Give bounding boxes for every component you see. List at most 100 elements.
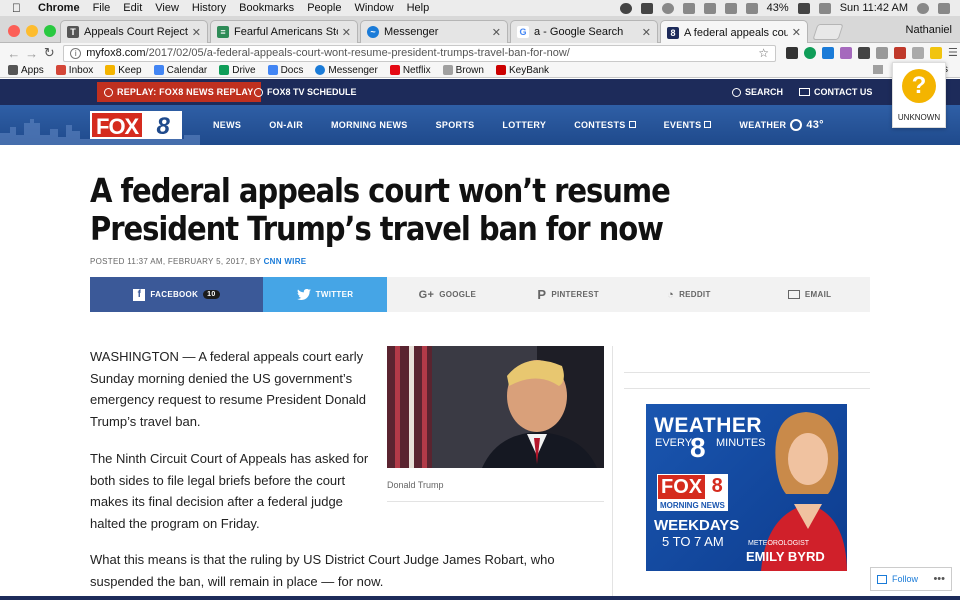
extension-icon[interactable] <box>822 47 835 59</box>
extension-icon[interactable] <box>804 47 817 59</box>
follow-widget[interactable]: Follow ••• <box>870 567 952 591</box>
wifi-icon[interactable] <box>724 2 737 14</box>
share-email-button[interactable]: EMAIL <box>749 277 870 312</box>
follow-icon <box>877 574 887 584</box>
more-options-icon[interactable]: ••• <box>933 573 945 585</box>
ad-weather-title: WEATHER <box>654 414 763 437</box>
tab-close-icon[interactable]: ✕ <box>342 26 351 39</box>
notification-center-icon[interactable] <box>938 2 950 14</box>
browser-tab[interactable]: G a - Google Search ✕ <box>510 20 658 43</box>
nav-on-air[interactable]: ON-AIR <box>269 120 303 130</box>
bookmark-calendar[interactable]: Calendar <box>153 64 208 76</box>
menu-file[interactable]: File <box>93 2 111 14</box>
spotlight-icon[interactable] <box>917 2 929 14</box>
minimize-window-icon[interactable] <box>26 25 38 37</box>
menu-view[interactable]: View <box>155 2 179 14</box>
address-bar[interactable]: i myfox8.com /2017/02/05/a-federal-appea… <box>63 44 777 62</box>
menu-edit[interactable]: Edit <box>123 2 142 14</box>
share-reddit-label: REDDIT <box>679 290 711 299</box>
share-pinterest-button[interactable]: P PINTEREST <box>507 277 629 312</box>
battery-percent[interactable]: 43% <box>767 2 789 14</box>
browser-tab[interactable]: ~ Messenger ✕ <box>360 20 508 43</box>
extension-icon[interactable] <box>786 47 799 59</box>
time-machine-icon[interactable] <box>661 2 674 14</box>
extension-icon[interactable] <box>894 47 907 59</box>
tab-close-icon[interactable]: ✕ <box>642 26 651 39</box>
volume-icon[interactable] <box>745 2 758 14</box>
browser-tab[interactable]: T Appeals Court Rejects Reque ✕ <box>60 20 208 43</box>
share-facebook-button[interactable]: f FACEBOOK 10 <box>90 277 263 312</box>
extension-icon[interactable] <box>876 47 889 59</box>
bookmark-docs[interactable]: Docs <box>267 65 303 76</box>
bookmark-messenger[interactable]: Messenger <box>315 65 378 76</box>
nav-sports[interactable]: SPORTS <box>436 120 475 130</box>
weather-advertisement[interactable]: WEATHER EVERY 8 MINUTES FOX 8 MORNING NE… <box>646 404 847 571</box>
profile-name[interactable]: Nathaniel <box>906 24 952 36</box>
back-icon[interactable]: ← <box>6 46 22 61</box>
messenger-icon <box>315 65 326 75</box>
dropbox-icon[interactable] <box>640 2 653 14</box>
tv-schedule-link[interactable]: FOX8 TV SCHEDULE <box>254 82 357 102</box>
bookmark-netflix[interactable]: Netflix <box>389 65 431 76</box>
fox8-logo[interactable]: FOX 8 <box>90 111 183 140</box>
sync-icon[interactable] <box>619 2 632 14</box>
bookmark-drive[interactable]: Drive <box>219 65 256 76</box>
airplay-icon[interactable] <box>682 2 695 14</box>
battery-icon[interactable] <box>797 2 810 14</box>
nav-morning-news[interactable]: MORNING NEWS <box>331 120 408 130</box>
share-twitter-button[interactable]: TWITTER <box>263 277 387 312</box>
bookmark-label: Calendar <box>166 64 208 76</box>
menu-clock[interactable]: Sun 11:42 AM <box>840 2 908 14</box>
contact-link[interactable]: CONTACT US <box>799 87 872 97</box>
tab-close-icon[interactable]: ✕ <box>792 26 801 39</box>
byline-source-link[interactable]: CNN WIRE <box>264 257 307 266</box>
menu-window[interactable]: Window <box>354 2 393 14</box>
apple-icon[interactable]:  <box>12 2 24 14</box>
menu-help[interactable]: Help <box>407 2 430 14</box>
chrome-menu-icon[interactable]: ☰ <box>948 47 960 59</box>
bookmark-keybank[interactable]: KeyBank <box>495 65 549 76</box>
share-pinterest-label: PINTEREST <box>551 290 599 299</box>
extension-unknown-icon[interactable] <box>930 47 943 59</box>
site-info-icon[interactable]: i <box>70 47 82 59</box>
reload-icon[interactable]: ↻ <box>42 45 58 61</box>
url-path: /2017/02/05/a-federal-appeals-court-wont… <box>145 47 570 59</box>
extension-popup[interactable]: ? UNKNOWN <box>892 62 946 128</box>
nav-news[interactable]: NEWS <box>213 120 241 130</box>
nav-events[interactable]: EVENTS <box>664 120 712 130</box>
nav-contests[interactable]: CONTESTS <box>574 120 636 130</box>
menu-people[interactable]: People <box>307 2 341 14</box>
tab-close-icon[interactable]: ✕ <box>492 26 501 39</box>
ad-logo-fox: FOX <box>657 474 707 500</box>
close-window-icon[interactable] <box>8 25 20 37</box>
bookmark-apps[interactable]: Apps <box>8 65 44 76</box>
bookmark-star-icon[interactable]: ☆ <box>758 46 769 60</box>
bookmark-inbox[interactable]: Inbox <box>55 65 93 76</box>
flag-icon[interactable] <box>818 2 831 14</box>
extension-icon[interactable] <box>912 47 925 59</box>
new-tab-button[interactable] <box>812 24 844 40</box>
menu-history[interactable]: History <box>192 2 226 14</box>
browser-tab[interactable]: ≡ Fearful Americans Stockpiling ✕ <box>210 20 358 43</box>
menu-bookmarks[interactable]: Bookmarks <box>239 2 294 14</box>
toolbar: ← → ↻ i myfox8.com /2017/02/05/a-federal… <box>0 43 960 63</box>
bookmark-keep[interactable]: Keep <box>105 64 142 76</box>
menu-app[interactable]: Chrome <box>38 2 80 14</box>
share-google-button[interactable]: G+ GOOGLE <box>387 277 508 312</box>
forward-icon[interactable]: → <box>24 46 40 61</box>
pocket-icon[interactable] <box>858 47 871 59</box>
browser-tab-active[interactable]: 8 A federal appeals court won't ✕ <box>660 20 808 44</box>
bluetooth-icon[interactable] <box>703 2 716 14</box>
ad-eight: 8 <box>690 432 706 463</box>
bookmark-brown[interactable]: Brown <box>442 65 484 76</box>
article-photo[interactable] <box>387 346 604 468</box>
bookmark-label: Keep <box>118 64 142 76</box>
extension-icon[interactable] <box>840 47 853 59</box>
zoom-window-icon[interactable] <box>44 25 56 37</box>
tab-close-icon[interactable]: ✕ <box>192 26 201 39</box>
share-reddit-button[interactable]: ◔ REDDIT <box>628 277 750 312</box>
search-link[interactable]: SEARCH <box>732 87 783 97</box>
nav-lottery[interactable]: LOTTERY <box>502 120 546 130</box>
replay-button[interactable]: REPLAY: FOX8 NEWS REPLAY <box>97 82 261 102</box>
nav-weather[interactable]: WEATHER 43° <box>739 119 824 131</box>
